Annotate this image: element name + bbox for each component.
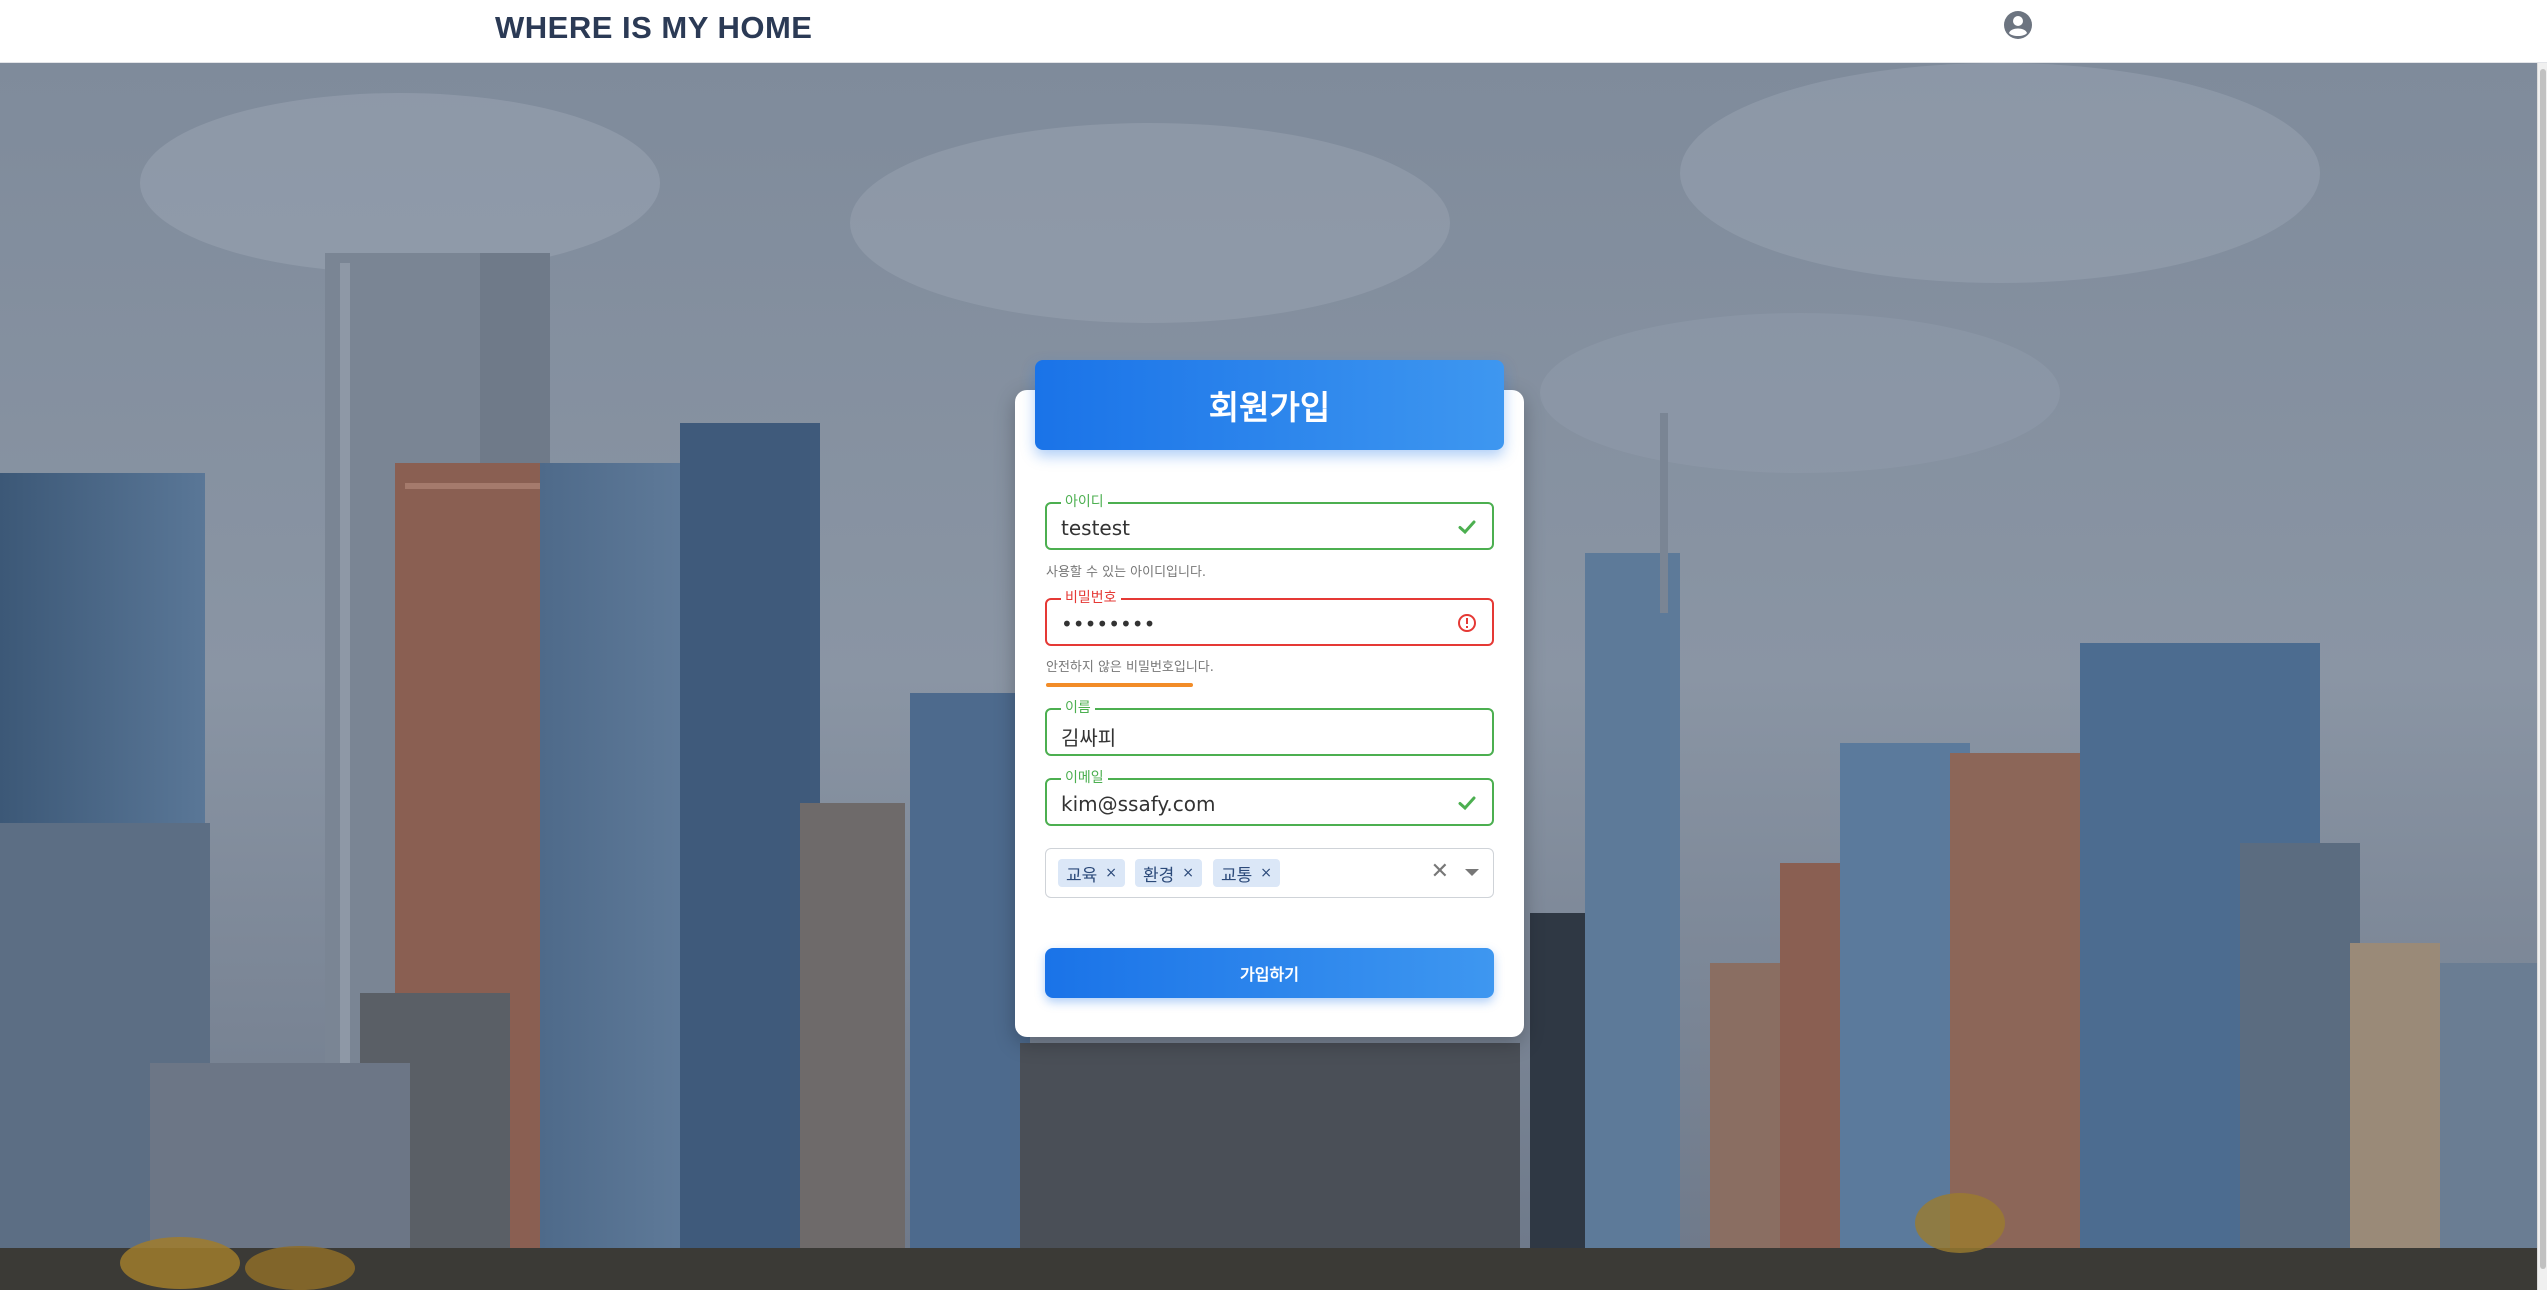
chevron-down-icon[interactable] (1465, 869, 1479, 876)
scrollbar-thumb[interactable] (2540, 69, 2546, 1269)
email-field-label: 이메일 (1061, 770, 1108, 786)
id-helper-text: 사용할 수 있는 아이디입니다. (1046, 565, 1207, 580)
name-field-value: 김싸피 (1061, 726, 1117, 750)
tag-chip-label: 환경 (1143, 865, 1175, 886)
account-circle-icon[interactable] (2003, 10, 2033, 40)
interest-tags-select[interactable]: 교육 × 환경 × 교통 × ✕ (1045, 848, 1494, 898)
signup-submit-button[interactable]: 가입하기 (1045, 948, 1494, 998)
email-field[interactable]: 이메일 kim@ssafy.com (1045, 770, 1494, 826)
top-navbar: WHERE IS MY HOME (0, 0, 2547, 63)
id-field[interactable]: 아이디 testest (1045, 494, 1494, 550)
brand-logo[interactable]: WHERE IS MY HOME (495, 10, 812, 46)
password-helper-text: 안전하지 않은 비밀번호입니다. (1046, 660, 1214, 675)
signup-title: 회원가입 (1208, 388, 1331, 427)
error-icon (1456, 612, 1478, 634)
remove-tag-icon[interactable]: × (1182, 865, 1194, 881)
password-strength-bar (1046, 683, 1193, 687)
tag-chip-label: 교통 (1221, 865, 1253, 886)
clear-tags-icon[interactable]: ✕ (1431, 861, 1449, 883)
check-icon (1456, 516, 1478, 538)
id-field-value: testest (1061, 516, 1130, 540)
remove-tag-icon[interactable]: × (1260, 865, 1272, 881)
signup-card-header: 회원가입 (1035, 360, 1504, 450)
id-field-label: 아이디 (1061, 494, 1108, 510)
page-scrollbar[interactable] (2537, 63, 2547, 1290)
tag-chip[interactable]: 교통 × (1213, 859, 1281, 887)
password-field[interactable]: 비밀번호 •••••••• (1045, 590, 1494, 646)
name-field[interactable]: 이름 김싸피 (1045, 700, 1494, 756)
password-field-value: •••••••• (1061, 612, 1156, 636)
tag-chip[interactable]: 교육 × (1058, 859, 1126, 887)
tag-chip-label: 교육 (1066, 865, 1098, 886)
email-field-value: kim@ssafy.com (1061, 792, 1216, 816)
tag-chip[interactable]: 환경 × (1135, 859, 1203, 887)
name-field-label: 이름 (1061, 700, 1095, 716)
remove-tag-icon[interactable]: × (1105, 865, 1117, 881)
check-icon (1456, 792, 1478, 814)
password-field-label: 비밀번호 (1061, 590, 1121, 606)
